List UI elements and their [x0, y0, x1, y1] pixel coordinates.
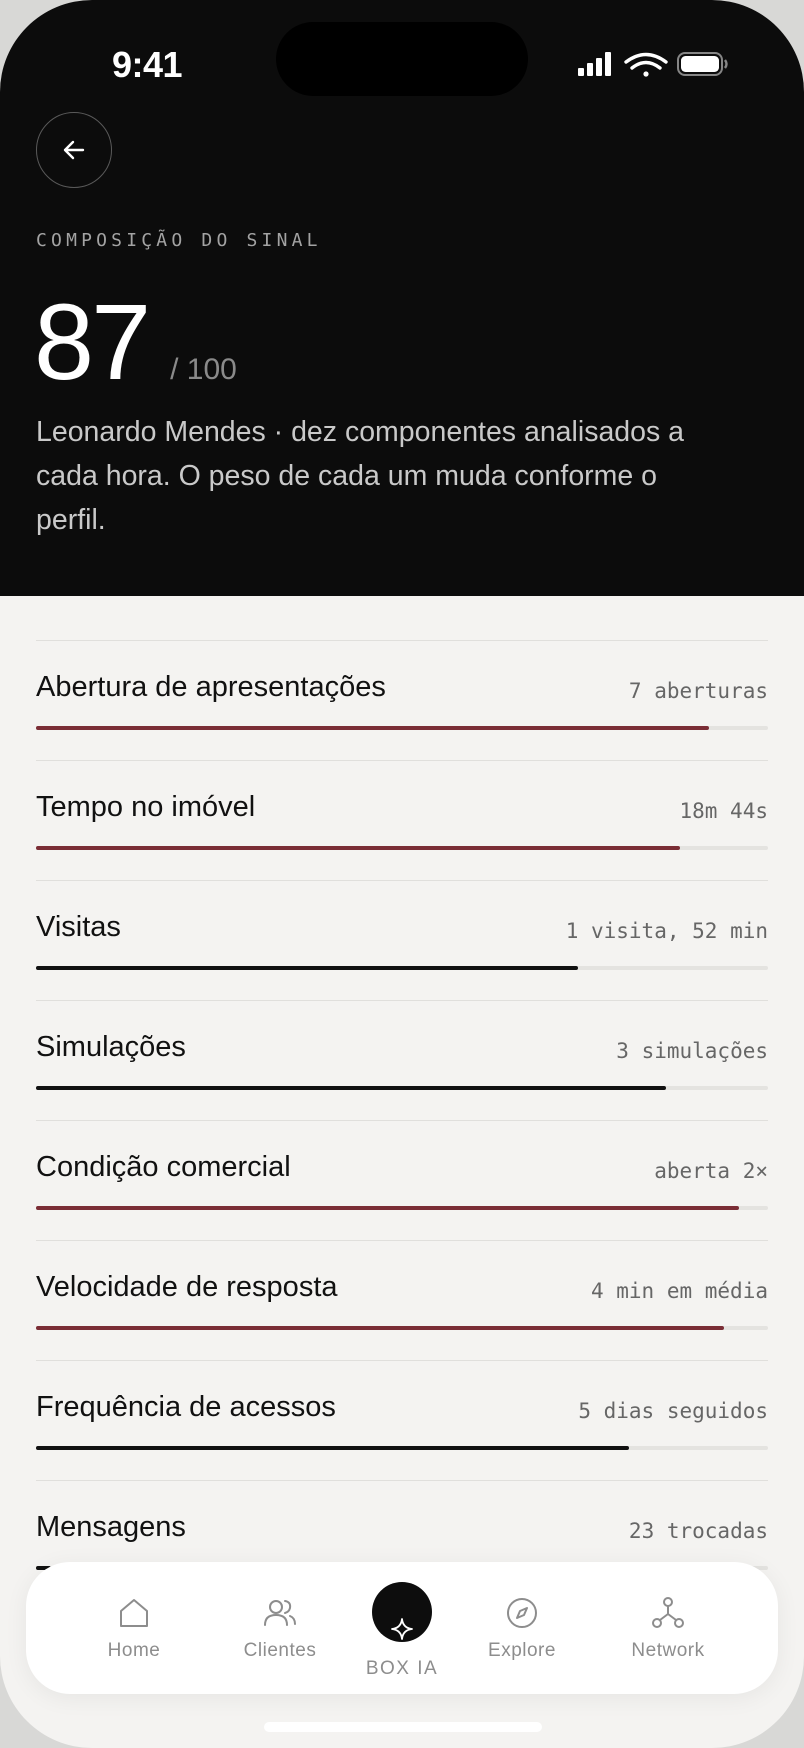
metric-value: 23 trocadas [628, 1519, 768, 1543]
metric-value: 3 simulações [616, 1039, 768, 1063]
tab-box-ia[interactable]: BOX IA [332, 1562, 472, 1694]
tab-explore[interactable]: Explore [452, 1562, 592, 1694]
metric-value: 4 min em média [590, 1279, 768, 1303]
metric-track [36, 966, 768, 970]
metric-row: Simulações 3 simulações [36, 1000, 768, 1120]
metric-value: 1 visita, 52 min [565, 919, 768, 943]
metric-row: Visitas 1 visita, 52 min [36, 880, 768, 1000]
header-section: 9:41 COMPOSIÇÃO DO SINAL 87 / 100 Leonar… [0, 0, 804, 596]
score-description: Leonardo Mendes · dez componentes analis… [36, 416, 685, 536]
metrics-list: Abertura de apresentações 7 aberturas Te… [36, 640, 768, 1600]
back-button[interactable] [36, 112, 112, 188]
tab-label: Home [107, 1640, 161, 1661]
metric-label: Visitas [36, 911, 121, 943]
tab-home[interactable]: Home [64, 1562, 204, 1694]
tab-label: BOX IA [365, 1658, 439, 1679]
metric-fill [36, 1206, 739, 1210]
metric-label: Abertura de apresentações [36, 671, 386, 703]
network-icon [652, 1597, 684, 1628]
metric-row: Condição comercial aberta 2× [36, 1120, 768, 1240]
signal-icon [578, 52, 611, 76]
users-icon [264, 1600, 296, 1626]
metric-track [36, 1446, 768, 1450]
metric-label: Mensagens [36, 1511, 186, 1543]
sparkle-icon [391, 1618, 413, 1640]
home-icon [120, 1599, 148, 1627]
metric-label: Condição comercial [36, 1151, 291, 1183]
metric-label: Simulações [36, 1031, 186, 1063]
box-ia-button[interactable] [372, 1582, 432, 1642]
score-row: 87 / 100 [34, 282, 237, 402]
section-eyebrow: COMPOSIÇÃO DO SINAL [36, 230, 322, 251]
metric-row: Velocidade de resposta 4 min em média [36, 1240, 768, 1360]
metric-value: 18m 44s [679, 799, 768, 823]
tab-label: Explore [488, 1640, 556, 1661]
status-time: 9:41 [112, 44, 183, 85]
metric-fill [36, 966, 578, 970]
home-indicator [264, 1722, 542, 1732]
metric-row: Tempo no imóvel 18m 44s [36, 760, 768, 880]
metric-fill [36, 1326, 725, 1330]
metric-fill [36, 1086, 666, 1090]
dynamic-island [276, 22, 528, 96]
metric-row: Frequência de acessos 5 dias seguidos [36, 1360, 768, 1480]
tab-label: Network [631, 1640, 705, 1661]
tab-label: Clientes [243, 1640, 317, 1661]
metric-label: Frequência de acessos [36, 1391, 336, 1423]
arrow-left-icon [63, 140, 85, 160]
score-value: 87 [34, 281, 151, 402]
tab-clientes[interactable]: Clientes [210, 1562, 350, 1694]
score-max: / 100 [170, 353, 237, 386]
phone-screen: 9:41 COMPOSIÇÃO DO SINAL 87 / 100 Leonar… [0, 0, 804, 1748]
metric-value: aberta 2× [654, 1159, 768, 1183]
tab-network[interactable]: Network [598, 1562, 738, 1694]
metric-value: 7 aberturas [628, 679, 768, 703]
tab-bar: Home Clientes BOX IA Explore Network [26, 1562, 778, 1694]
metric-track [36, 726, 768, 730]
metric-value: 5 dias seguidos [578, 1399, 768, 1423]
metric-fill [36, 846, 681, 850]
metric-fill [36, 726, 710, 730]
metric-track [36, 1206, 768, 1210]
metric-label: Tempo no imóvel [36, 791, 256, 823]
compass-icon [507, 1598, 537, 1628]
status-icons [578, 52, 728, 77]
metric-row: Abertura de apresentações 7 aberturas [36, 640, 768, 760]
metric-track [36, 846, 768, 850]
battery-icon [677, 52, 728, 76]
wifi-icon [624, 52, 668, 77]
metric-label: Velocidade de resposta [36, 1271, 338, 1303]
metric-fill [36, 1446, 629, 1450]
metric-track [36, 1326, 768, 1330]
metric-track [36, 1086, 768, 1090]
